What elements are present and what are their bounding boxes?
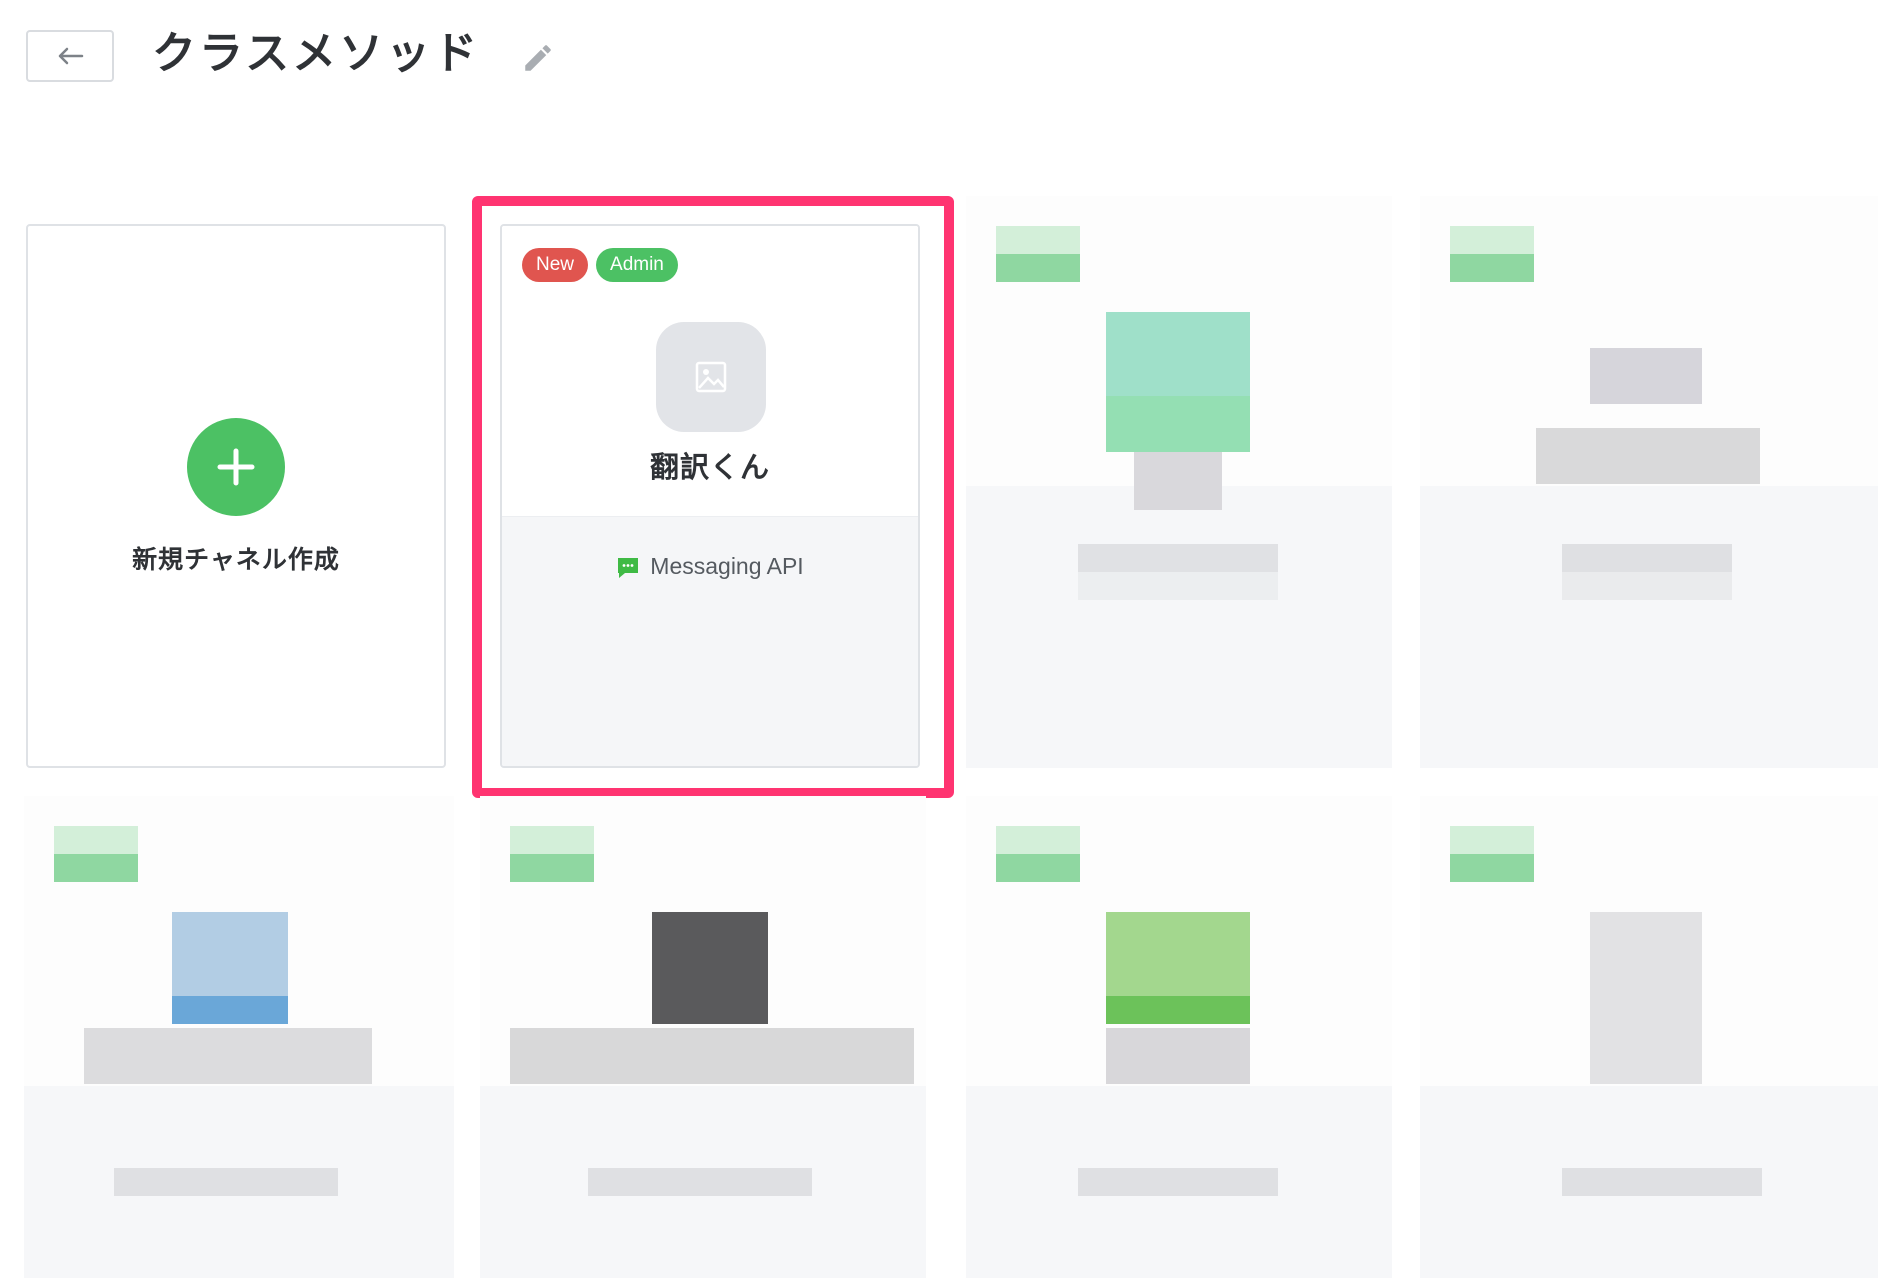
back-button[interactable] — [26, 30, 114, 82]
obscured-badge — [1450, 854, 1534, 882]
obscured-badge — [996, 854, 1080, 882]
obscured-badge — [54, 854, 138, 882]
image-placeholder-icon — [695, 361, 727, 393]
obscured-name — [1562, 544, 1732, 572]
obscured-avatar — [1106, 312, 1250, 396]
obscured-type — [1562, 572, 1732, 600]
channel-list-page: クラスメソッド 新規チャネル作成 New Admin 翻訳くん Messagin… — [0, 0, 1898, 1278]
obscured-avatar — [172, 912, 288, 996]
obscured-avatar — [172, 996, 288, 1024]
obscured-badge — [1450, 254, 1534, 282]
plus-icon — [217, 448, 255, 486]
channel-type: Messaging API — [502, 553, 918, 580]
obscured-channel-card[interactable] — [966, 796, 1392, 1278]
badge-group: New Admin — [522, 248, 678, 282]
obscured-name — [1078, 544, 1278, 572]
admin-badge: Admin — [596, 248, 678, 282]
create-channel-label: 新規チャネル作成 — [132, 545, 340, 574]
channel-name: 翻訳くん — [649, 450, 770, 484]
obscured-type — [114, 1168, 338, 1196]
obscured-avatar — [1134, 452, 1222, 510]
obscured-channel-card[interactable] — [480, 796, 926, 1278]
obscured-badge — [510, 854, 594, 882]
obscured-name — [84, 1028, 372, 1084]
obscured-name — [1536, 428, 1760, 484]
channel-avatar — [656, 322, 766, 432]
obscured-badge — [996, 254, 1080, 282]
obscured-channel-card[interactable] — [1420, 796, 1878, 1278]
obscured-type — [1562, 1168, 1762, 1196]
obscured-name — [510, 1028, 914, 1084]
obscured-name — [1106, 1028, 1250, 1084]
obscured-type — [1078, 1168, 1278, 1196]
channel-card-footer: Messaging API — [502, 516, 918, 766]
obscured-card-bottom — [1420, 486, 1878, 768]
channel-type-label: Messaging API — [650, 553, 804, 579]
chat-bubble-icon — [618, 557, 639, 578]
obscured-channel-card[interactable] — [24, 796, 454, 1278]
obscured-channel-card[interactable] — [966, 196, 1392, 768]
obscured-badge — [996, 826, 1080, 854]
obscured-avatar — [1590, 348, 1702, 404]
channel-card[interactable]: New Admin 翻訳くん Messaging API — [500, 224, 920, 768]
obscured-channel-card[interactable] — [1420, 196, 1878, 768]
obscured-badge — [996, 226, 1080, 254]
obscured-avatar — [1106, 996, 1250, 1024]
obscured-badge — [510, 826, 594, 854]
obscured-badge — [54, 826, 138, 854]
obscured-type — [1078, 572, 1278, 600]
obscured-card-bottom — [966, 486, 1392, 768]
create-channel-card[interactable]: 新規チャネル作成 — [26, 224, 446, 768]
back-arrow-icon — [58, 47, 84, 65]
pencil-icon — [525, 45, 551, 71]
obscured-avatar — [1590, 912, 1702, 1084]
edit-title-button[interactable] — [518, 38, 558, 78]
channel-card-header: New Admin 翻訳くん — [502, 226, 918, 516]
add-channel-button[interactable] — [187, 418, 285, 516]
obscured-type — [588, 1168, 812, 1196]
obscured-avatar — [1106, 396, 1250, 452]
page-title: クラスメソッド — [152, 28, 481, 79]
obscured-badge — [1450, 826, 1534, 854]
new-badge: New — [522, 248, 589, 282]
obscured-badge — [1450, 226, 1534, 254]
obscured-avatar — [652, 912, 768, 1024]
